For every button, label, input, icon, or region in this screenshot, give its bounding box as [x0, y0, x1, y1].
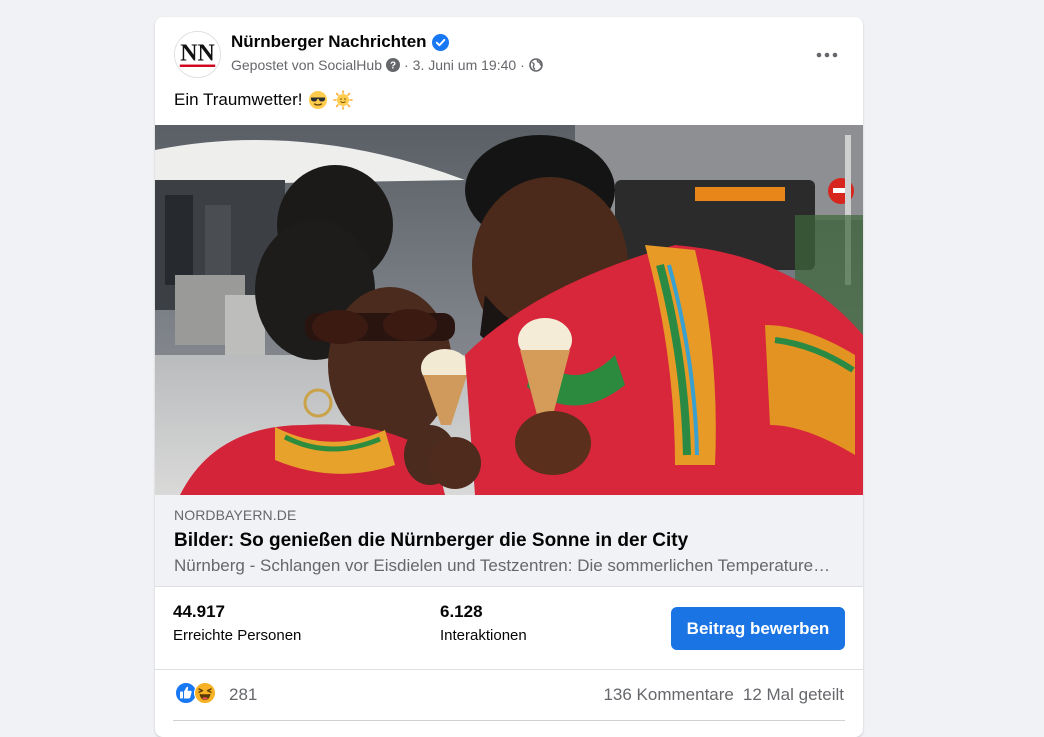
- couple-eating-ice-cream-image: [155, 125, 863, 495]
- haha-icon: [194, 682, 216, 704]
- svg-text:?: ?: [390, 61, 396, 72]
- post-timestamp[interactable]: 3. Juni um 19:40: [413, 57, 517, 73]
- posted-by-text: Gepostet von SocialHub: [231, 57, 382, 73]
- shares-count[interactable]: 12 Mal geteilt: [743, 685, 844, 705]
- more-dots-icon: [816, 52, 838, 58]
- globe-icon[interactable]: [529, 58, 543, 72]
- more-options-button[interactable]: [809, 37, 845, 73]
- engagement-counts: 136 Kommentare 12 Mal geteilt: [603, 685, 844, 705]
- link-domain: NORDBAYERN.DE: [174, 507, 297, 523]
- post-header: NN Nürnberger Nachrichten Gepostet von S…: [155, 17, 863, 89]
- post-message: Ein Traumwetter!: [174, 90, 303, 109]
- reach-value: 44.917: [173, 602, 225, 621]
- reach-stat[interactable]: 44.917 Erreichte Personen: [173, 602, 301, 644]
- page-name-link[interactable]: Nürnberger Nachrichten: [231, 32, 427, 52]
- help-icon[interactable]: ?: [385, 58, 400, 72]
- meta-separator: ·: [403, 57, 409, 73]
- reactions-bar: 281 136 Kommentare 12 Mal geteilt: [155, 670, 863, 720]
- boost-post-button[interactable]: Beitrag bewerben: [671, 607, 845, 650]
- link-description: Nürnberg - Schlangen vor Eisdielen und T…: [174, 556, 834, 575]
- engagement-value: 6.128: [440, 602, 483, 621]
- reaction-count[interactable]: 281: [229, 685, 257, 705]
- engagement-stat[interactable]: 6.128 Interaktionen: [440, 602, 527, 644]
- comments-count[interactable]: 136 Kommentare: [603, 685, 733, 705]
- svg-text:NN: NN: [180, 41, 215, 67]
- reaction-icons[interactable]: [175, 682, 216, 704]
- link-title: Bilder: So genießen die Nürnberger die S…: [174, 530, 689, 551]
- verified-badge-icon: [431, 33, 449, 51]
- post-insights: 44.917 Erreichte Personen 6.128 Interakt…: [155, 588, 863, 670]
- reach-label: Erreichte Personen: [173, 627, 302, 644]
- sun-emoji-icon: [332, 90, 353, 110]
- post-card: NN Nürnberger Nachrichten Gepostet von S…: [155, 17, 863, 737]
- nn-logo: NN: [175, 32, 220, 77]
- meta-separator-2: ·: [520, 57, 525, 73]
- post-photo[interactable]: [155, 125, 863, 495]
- engagement-label: Interaktionen: [440, 627, 527, 644]
- post-text: Ein Traumwetter!: [174, 90, 353, 110]
- page-name-row: Nürnberger Nachrichten: [231, 32, 449, 52]
- actions-divider: [173, 720, 845, 721]
- link-preview[interactable]: NORDBAYERN.DE Bilder: So genießen die Nü…: [155, 495, 863, 587]
- sunglasses-emoji-icon: [308, 91, 327, 109]
- page-avatar[interactable]: NN: [174, 31, 221, 78]
- post-meta: Gepostet von SocialHub ? · 3. Juni um 19…: [231, 57, 543, 73]
